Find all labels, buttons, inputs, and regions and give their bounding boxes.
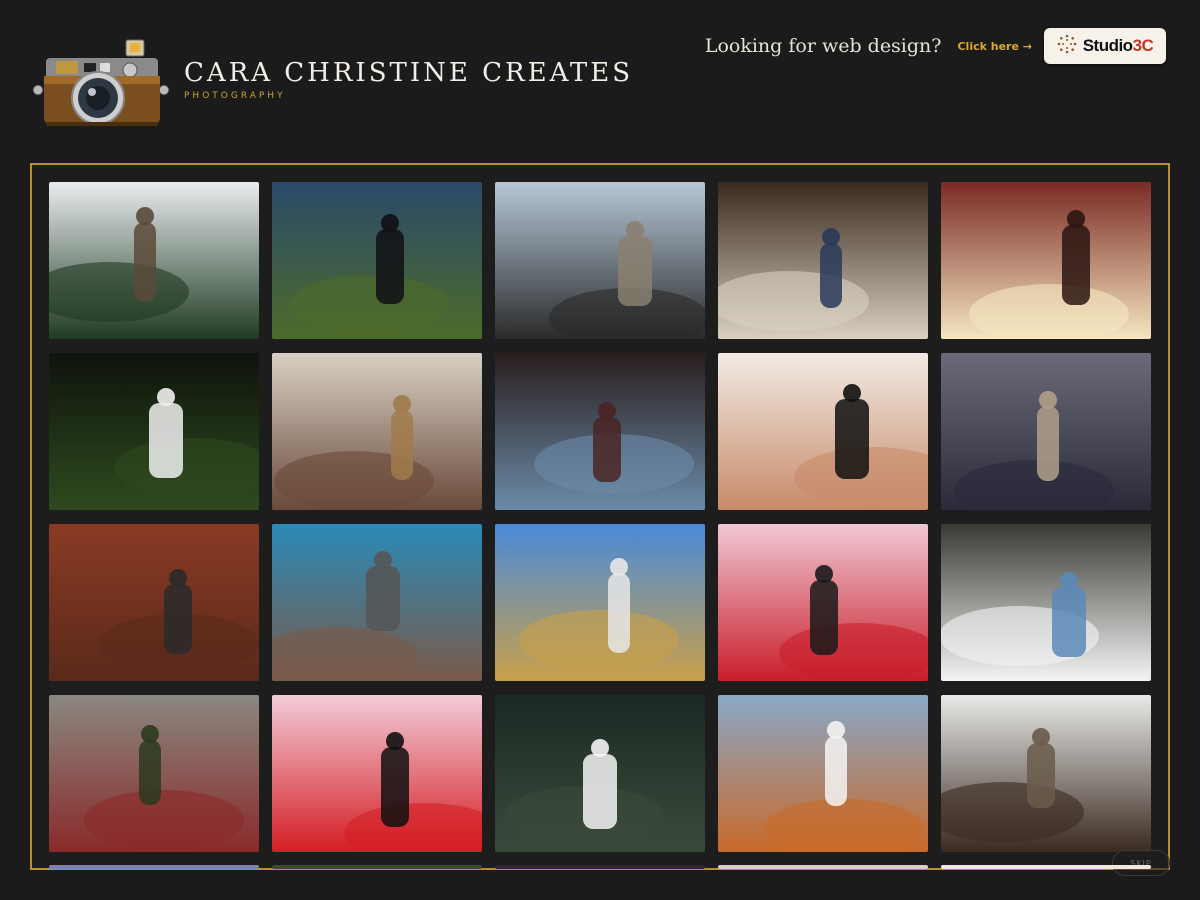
photo-figure-glowing-orb-doorway[interactable] [495,353,705,510]
photo-red-balloons-pink-backdrop[interactable] [272,695,482,852]
promo-text: Looking for web design? [704,35,942,57]
photo-veiled-figure-forest-orb[interactable] [495,695,705,852]
photo-veiled-figure-glowing-orb-forest[interactable] [272,182,482,339]
photo-partial-row[interactable] [718,865,928,869]
site-subtitle: PHOTOGRAPHY [184,91,286,101]
photo-white-dress-railroad-tracks[interactable] [941,524,1151,681]
photo-woman-old-building-graffiti-door[interactable] [49,695,259,852]
photo-woman-green-dress-snow-creek[interactable] [49,182,259,339]
web-design-promo: Looking for web design? Click here → Stu… [705,28,1166,64]
photo-couple-under-pergola-wreath[interactable] [495,182,705,339]
photo-woman-graffiti-brick-wall[interactable] [272,524,482,681]
brand[interactable]: CARA CHRISTINE CREATES PHOTOGRAPHY [184,58,633,101]
photo-partial-row[interactable] [495,865,705,869]
photo-gallery [30,163,1170,870]
studio-name: Studio3C [1082,36,1154,55]
studio3c-button[interactable]: Studio3C [1044,28,1166,64]
photo-friends-restaurant-here-sign[interactable] [718,182,928,339]
photo-woman-rusty-brick-wall-beams[interactable] [49,524,259,681]
photo-woman-rainbow-barn-sky[interactable] [495,524,705,681]
photo-woman-white-dress-autumn-tracks[interactable] [718,695,928,852]
photo-partial-row[interactable] [941,865,1151,869]
site-header: CARA CHRISTINE CREATES PHOTOGRAPHY Looki… [0,0,1200,150]
photo-dark-forest-hooded-figure-orb[interactable] [49,353,259,510]
photo-partial-row[interactable] [272,865,482,869]
sunburst-icon [1057,34,1077,58]
photo-woman-sparklers-red-wall[interactable] [941,182,1151,339]
skip-button[interactable]: SKIP [1112,850,1170,876]
vintage-camera-icon[interactable] [30,36,172,130]
photo-covered-bridge-snow[interactable] [941,695,1151,852]
photo-legs-polka-socks-heels[interactable] [718,353,928,510]
site-title[interactable]: CARA CHRISTINE CREATES [184,58,633,88]
click-here-link[interactable]: Click here → [957,40,1032,53]
photo-toddler-connect-four-game[interactable] [941,353,1151,510]
photo-partial-row[interactable] [49,865,259,869]
photo-toddler-wooden-blocks-waiting-room[interactable] [272,353,482,510]
photo-woman-red-balloons-pink-wall[interactable] [718,524,928,681]
